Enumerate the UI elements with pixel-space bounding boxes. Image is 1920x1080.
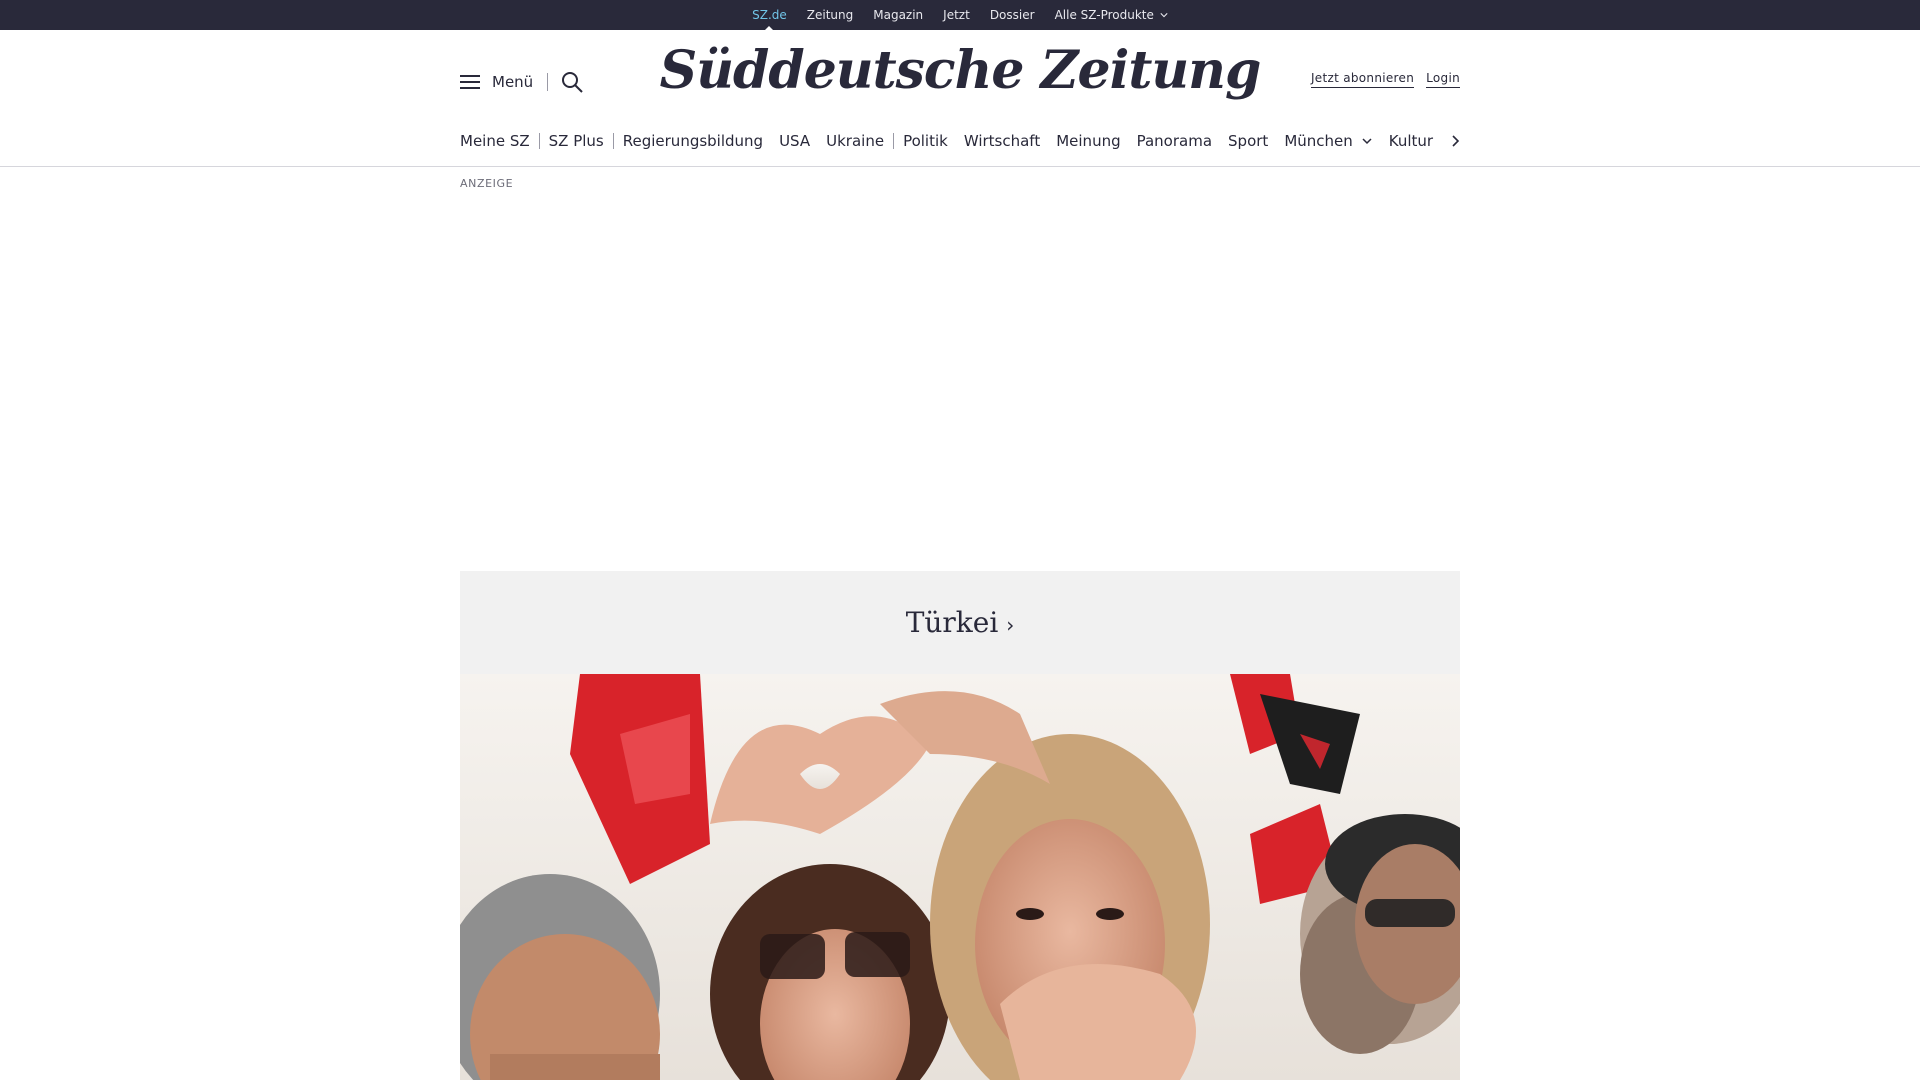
teaser-image[interactable] bbox=[460, 674, 1460, 1080]
nav-item-wirtschaft[interactable]: Wirtschaft bbox=[964, 132, 1040, 150]
chevron-down-icon bbox=[1362, 138, 1372, 145]
nav-item-sport[interactable]: Sport bbox=[1228, 132, 1268, 150]
topbar-link-dossier[interactable]: Dossier bbox=[990, 8, 1035, 22]
subscribe-link[interactable]: Jetzt abonnieren bbox=[1310, 71, 1415, 88]
nav-item-regierungsbildung[interactable]: Regierungsbildung bbox=[623, 132, 763, 150]
nav-item-meinung[interactable]: Meinung bbox=[1056, 132, 1120, 150]
nav-item-politik[interactable]: Politik bbox=[903, 132, 948, 150]
topbar-link-magazin[interactable]: Magazin bbox=[873, 8, 923, 22]
site-logo[interactable]: Süddeutsche Zeitung bbox=[660, 40, 1262, 101]
topbar-link-alle-sz-produkte[interactable]: Alle SZ-Produkte bbox=[1055, 8, 1168, 22]
site-header: Menü Süddeutsche Zeitung Jetzt abonniere… bbox=[0, 30, 1920, 167]
topbar-link-szde[interactable]: SZ.de bbox=[752, 8, 787, 33]
topic-teaser: Türkei › bbox=[460, 571, 1460, 1080]
nav-divider bbox=[538, 133, 540, 149]
teaser-title: Türkei bbox=[905, 606, 999, 639]
chevron-right-icon[interactable] bbox=[1448, 132, 1464, 150]
nav-item-sz-plus[interactable]: SZ Plus bbox=[549, 132, 604, 150]
nav-item-muenchen[interactable]: München bbox=[1284, 132, 1372, 150]
topbar-link-zeitung[interactable]: Zeitung bbox=[807, 8, 853, 22]
chevron-down-icon bbox=[1160, 13, 1168, 18]
ad-label: ANZEIGE bbox=[460, 177, 514, 190]
nav-item-meine-sz[interactable]: Meine SZ bbox=[460, 132, 530, 150]
nav-item-usa[interactable]: USA bbox=[779, 132, 810, 150]
nav-item-panorama[interactable]: Panorama bbox=[1137, 132, 1212, 150]
login-link[interactable]: Login bbox=[1426, 71, 1460, 88]
nav-item-kultur[interactable]: Kultur bbox=[1389, 132, 1433, 150]
teaser-photo bbox=[460, 674, 1460, 1080]
teaser-title-link[interactable]: Türkei › bbox=[460, 606, 1460, 639]
top-bar-links: SZ.de Zeitung Magazin Jetzt Dossier Alle… bbox=[0, 0, 1920, 33]
chevron-right-icon: › bbox=[1006, 613, 1015, 637]
main-navigation: Meine SZ SZ Plus Regierungsbildung USA U… bbox=[460, 130, 1460, 152]
nav-divider bbox=[612, 133, 614, 149]
header-actions: Jetzt abonnieren Login bbox=[1310, 71, 1460, 88]
nav-item-ukraine[interactable]: Ukraine bbox=[826, 132, 884, 150]
nav-divider bbox=[893, 133, 895, 149]
topbar-link-jetzt[interactable]: Jetzt bbox=[943, 8, 970, 22]
logo-container: Süddeutsche Zeitung bbox=[0, 40, 1920, 101]
